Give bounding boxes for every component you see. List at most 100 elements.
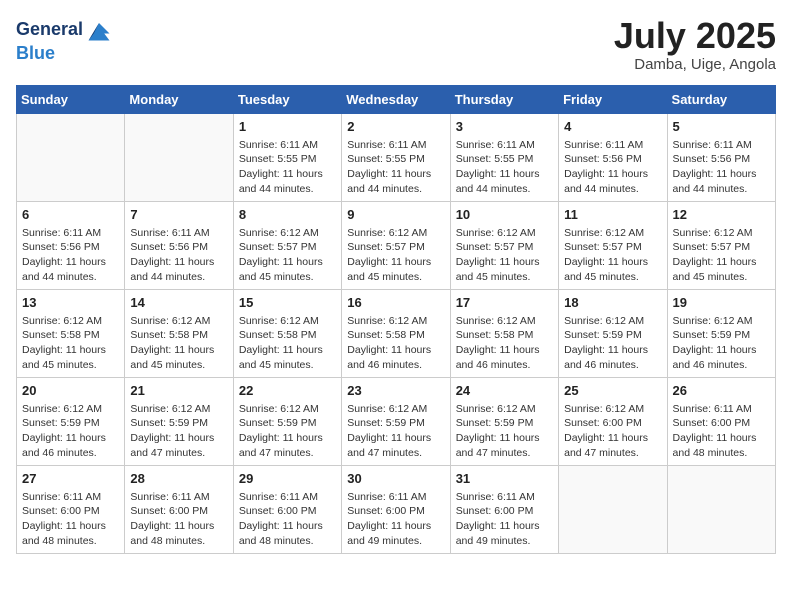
day-info: Sunrise: 6:12 AM Sunset: 5:57 PM Dayligh… bbox=[456, 226, 553, 285]
day-number: 26 bbox=[673, 382, 770, 400]
day-number: 4 bbox=[564, 118, 661, 136]
day-info: Sunrise: 6:11 AM Sunset: 5:55 PM Dayligh… bbox=[347, 138, 444, 197]
day-info: Sunrise: 6:12 AM Sunset: 5:59 PM Dayligh… bbox=[239, 402, 336, 461]
calendar-cell: 30 Sunrise: 6:11 AM Sunset: 6:00 PM Dayli… bbox=[342, 465, 450, 553]
day-info: Sunrise: 6:12 AM Sunset: 5:59 PM Dayligh… bbox=[673, 314, 770, 373]
calendar-cell: 17 Sunrise: 6:12 AM Sunset: 5:58 PM Dayli… bbox=[450, 289, 558, 377]
calendar-cell: 4 Sunrise: 6:11 AM Sunset: 5:56 PM Daylig… bbox=[559, 113, 667, 201]
day-info: Sunrise: 6:12 AM Sunset: 5:58 PM Dayligh… bbox=[22, 314, 119, 373]
day-number: 12 bbox=[673, 206, 770, 224]
day-info: Sunrise: 6:11 AM Sunset: 5:56 PM Dayligh… bbox=[564, 138, 661, 197]
day-number: 15 bbox=[239, 294, 336, 312]
calendar-cell: 27 Sunrise: 6:11 AM Sunset: 6:00 PM Dayli… bbox=[17, 465, 125, 553]
calendar-row: 13 Sunrise: 6:12 AM Sunset: 5:58 PM Dayli… bbox=[17, 289, 776, 377]
calendar-row: 1 Sunrise: 6:11 AM Sunset: 5:55 PM Daylig… bbox=[17, 113, 776, 201]
day-number: 11 bbox=[564, 206, 661, 224]
calendar-header-row: SundayMondayTuesdayWednesdayThursdayFrid… bbox=[17, 85, 776, 113]
day-number: 23 bbox=[347, 382, 444, 400]
calendar-cell: 25Sunrise: 6:12 AM Sunset: 6:00 PM Dayli… bbox=[559, 377, 667, 465]
calendar-cell: 12 Sunrise: 6:12 AM Sunset: 5:57 PM Dayli… bbox=[667, 201, 775, 289]
day-number: 28 bbox=[130, 470, 227, 488]
calendar-cell: 11 Sunrise: 6:12 AM Sunset: 5:57 PM Dayli… bbox=[559, 201, 667, 289]
day-info: Sunrise: 6:11 AM Sunset: 6:00 PM Dayligh… bbox=[22, 490, 119, 549]
calendar-cell: 31Sunrise: 6:11 AM Sunset: 6:00 PM Dayli… bbox=[450, 465, 558, 553]
day-info: Sunrise: 6:12 AM Sunset: 5:57 PM Dayligh… bbox=[239, 226, 336, 285]
calendar-row: 27 Sunrise: 6:11 AM Sunset: 6:00 PM Dayli… bbox=[17, 465, 776, 553]
calendar-cell: 23 Sunrise: 6:12 AM Sunset: 5:59 PM Dayli… bbox=[342, 377, 450, 465]
calendar-cell: 5 Sunrise: 6:11 AM Sunset: 5:56 PM Daylig… bbox=[667, 113, 775, 201]
day-info: Sunrise: 6:12 AM Sunset: 5:57 PM Dayligh… bbox=[564, 226, 661, 285]
day-number: 29 bbox=[239, 470, 336, 488]
day-number: 2 bbox=[347, 118, 444, 136]
calendar-cell: 6 Sunrise: 6:11 AM Sunset: 5:56 PM Daylig… bbox=[17, 201, 125, 289]
calendar-table: SundayMondayTuesdayWednesdayThursdayFrid… bbox=[16, 85, 776, 554]
calendar-cell: 29Sunrise: 6:11 AM Sunset: 6:00 PM Dayli… bbox=[233, 465, 341, 553]
day-info: Sunrise: 6:11 AM Sunset: 5:56 PM Dayligh… bbox=[673, 138, 770, 197]
day-number: 3 bbox=[456, 118, 553, 136]
calendar-cell: 21Sunrise: 6:12 AM Sunset: 5:59 PM Dayli… bbox=[125, 377, 233, 465]
calendar-cell bbox=[17, 113, 125, 201]
day-info: Sunrise: 6:11 AM Sunset: 6:00 PM Dayligh… bbox=[347, 490, 444, 549]
logo: General Blue bbox=[16, 16, 113, 64]
day-number: 24 bbox=[456, 382, 553, 400]
day-info: Sunrise: 6:12 AM Sunset: 5:58 PM Dayligh… bbox=[347, 314, 444, 373]
day-number: 10 bbox=[456, 206, 553, 224]
day-number: 22 bbox=[239, 382, 336, 400]
calendar-row: 6 Sunrise: 6:11 AM Sunset: 5:56 PM Daylig… bbox=[17, 201, 776, 289]
day-number: 6 bbox=[22, 206, 119, 224]
day-info: Sunrise: 6:12 AM Sunset: 5:58 PM Dayligh… bbox=[456, 314, 553, 373]
day-number: 13 bbox=[22, 294, 119, 312]
day-info: Sunrise: 6:12 AM Sunset: 5:58 PM Dayligh… bbox=[239, 314, 336, 373]
day-number: 17 bbox=[456, 294, 553, 312]
calendar-cell bbox=[559, 465, 667, 553]
logo-icon bbox=[85, 16, 113, 44]
calendar-body: 1 Sunrise: 6:11 AM Sunset: 5:55 PM Daylig… bbox=[17, 113, 776, 553]
day-number: 14 bbox=[130, 294, 227, 312]
day-info: Sunrise: 6:12 AM Sunset: 5:57 PM Dayligh… bbox=[673, 226, 770, 285]
weekday-header: Monday bbox=[125, 85, 233, 113]
calendar-cell: 24Sunrise: 6:12 AM Sunset: 5:59 PM Dayli… bbox=[450, 377, 558, 465]
page-header: General Blue July 2025 Damba, Uige, Ango… bbox=[16, 16, 776, 73]
day-info: Sunrise: 6:11 AM Sunset: 6:00 PM Dayligh… bbox=[673, 402, 770, 461]
day-info: Sunrise: 6:11 AM Sunset: 5:56 PM Dayligh… bbox=[130, 226, 227, 285]
day-info: Sunrise: 6:12 AM Sunset: 5:59 PM Dayligh… bbox=[347, 402, 444, 461]
calendar-cell: 2 Sunrise: 6:11 AM Sunset: 5:55 PM Daylig… bbox=[342, 113, 450, 201]
calendar-cell: 28 Sunrise: 6:11 AM Sunset: 6:00 PM Dayli… bbox=[125, 465, 233, 553]
calendar-cell: 18 Sunrise: 6:12 AM Sunset: 5:59 PM Dayli… bbox=[559, 289, 667, 377]
day-number: 16 bbox=[347, 294, 444, 312]
month-title: July 2025 bbox=[614, 16, 776, 56]
day-info: Sunrise: 6:12 AM Sunset: 5:58 PM Dayligh… bbox=[130, 314, 227, 373]
day-number: 18 bbox=[564, 294, 661, 312]
day-info: Sunrise: 6:12 AM Sunset: 5:59 PM Dayligh… bbox=[130, 402, 227, 461]
day-number: 19 bbox=[673, 294, 770, 312]
day-number: 30 bbox=[347, 470, 444, 488]
day-info: Sunrise: 6:12 AM Sunset: 5:59 PM Dayligh… bbox=[22, 402, 119, 461]
calendar-cell: 3 Sunrise: 6:11 AM Sunset: 5:55 PM Daylig… bbox=[450, 113, 558, 201]
weekday-header: Thursday bbox=[450, 85, 558, 113]
day-info: Sunrise: 6:11 AM Sunset: 5:55 PM Dayligh… bbox=[456, 138, 553, 197]
logo-blue-text: Blue bbox=[16, 43, 55, 63]
calendar-cell: 20Sunrise: 6:12 AM Sunset: 5:59 PM Dayli… bbox=[17, 377, 125, 465]
calendar-cell: 7 Sunrise: 6:11 AM Sunset: 5:56 PM Daylig… bbox=[125, 201, 233, 289]
day-info: Sunrise: 6:11 AM Sunset: 5:56 PM Dayligh… bbox=[22, 226, 119, 285]
calendar-cell: 1 Sunrise: 6:11 AM Sunset: 5:55 PM Daylig… bbox=[233, 113, 341, 201]
day-info: Sunrise: 6:11 AM Sunset: 5:55 PM Dayligh… bbox=[239, 138, 336, 197]
weekday-header: Sunday bbox=[17, 85, 125, 113]
day-number: 8 bbox=[239, 206, 336, 224]
day-number: 27 bbox=[22, 470, 119, 488]
calendar-cell: 8 Sunrise: 6:12 AM Sunset: 5:57 PM Daylig… bbox=[233, 201, 341, 289]
day-info: Sunrise: 6:11 AM Sunset: 6:00 PM Dayligh… bbox=[456, 490, 553, 549]
weekday-header: Wednesday bbox=[342, 85, 450, 113]
calendar-cell bbox=[667, 465, 775, 553]
weekday-header: Tuesday bbox=[233, 85, 341, 113]
calendar-cell: 10 Sunrise: 6:12 AM Sunset: 5:57 PM Dayli… bbox=[450, 201, 558, 289]
day-info: Sunrise: 6:11 AM Sunset: 6:00 PM Dayligh… bbox=[130, 490, 227, 549]
calendar-cell: 22 Sunrise: 6:12 AM Sunset: 5:59 PM Dayli… bbox=[233, 377, 341, 465]
calendar-cell: 26 Sunrise: 6:11 AM Sunset: 6:00 PM Dayli… bbox=[667, 377, 775, 465]
day-number: 1 bbox=[239, 118, 336, 136]
calendar-cell: 16 Sunrise: 6:12 AM Sunset: 5:58 PM Dayli… bbox=[342, 289, 450, 377]
day-info: Sunrise: 6:12 AM Sunset: 5:59 PM Dayligh… bbox=[564, 314, 661, 373]
day-number: 7 bbox=[130, 206, 227, 224]
calendar-cell: 19 Sunrise: 6:12 AM Sunset: 5:59 PM Dayli… bbox=[667, 289, 775, 377]
day-number: 5 bbox=[673, 118, 770, 136]
